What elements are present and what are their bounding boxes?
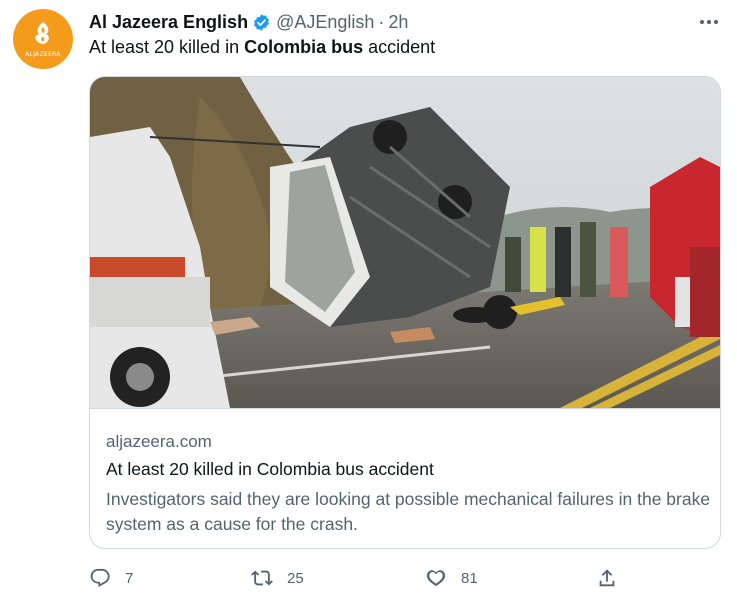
tweet-text: At least 20 killed in Colombia bus accid… <box>89 37 435 58</box>
author-handle[interactable]: @AJEnglish <box>276 12 374 33</box>
card-body: aljazeera.com At least 20 killed in Colo… <box>90 408 720 548</box>
avatar-brand-text: ALJAZEERA <box>25 51 61 58</box>
reply-button[interactable]: 7 <box>89 564 133 592</box>
reply-count: 7 <box>125 569 134 587</box>
like-heart-icon <box>426 570 446 587</box>
like-button[interactable]: 81 <box>425 564 478 592</box>
separator-dot: · <box>378 11 385 32</box>
display-name[interactable]: Al Jazeera English <box>89 12 248 33</box>
share-button[interactable] <box>596 564 632 592</box>
reply-icon <box>90 568 110 587</box>
card-domain: aljazeera.com <box>106 432 212 451</box>
card-description: Investigators said they are looking at p… <box>106 489 711 534</box>
retweet-count: 25 <box>287 569 304 587</box>
more-options-icon[interactable] <box>697 12 721 32</box>
tweet-text-prefix: At least 20 killed in <box>89 37 245 57</box>
retweet-icon <box>251 570 273 586</box>
tweet-text-suffix: accident <box>363 37 436 57</box>
card-title: At least 20 killed in Colombia bus accid… <box>106 459 434 479</box>
card-image[interactable] <box>90 77 720 408</box>
verified-badge-icon <box>254 13 270 31</box>
retweet-button[interactable]: 25 <box>251 564 304 592</box>
author-avatar[interactable]: ALJAZEERA <box>13 9 73 69</box>
share-icon <box>599 569 615 587</box>
tweet-header: Al Jazeera English @AJEnglish · 2h <box>89 10 717 34</box>
aljazeera-logo-icon <box>35 22 49 44</box>
tweet-text-bold: Colombia bus <box>244 37 364 57</box>
tweet-actions: 7 25 81 <box>89 564 629 592</box>
tweet-time[interactable]: 2h <box>388 12 408 33</box>
like-count: 81 <box>461 569 478 587</box>
bus-crash-photo <box>90 77 720 408</box>
link-card[interactable]: aljazeera.com At least 20 killed in Colo… <box>89 76 721 549</box>
